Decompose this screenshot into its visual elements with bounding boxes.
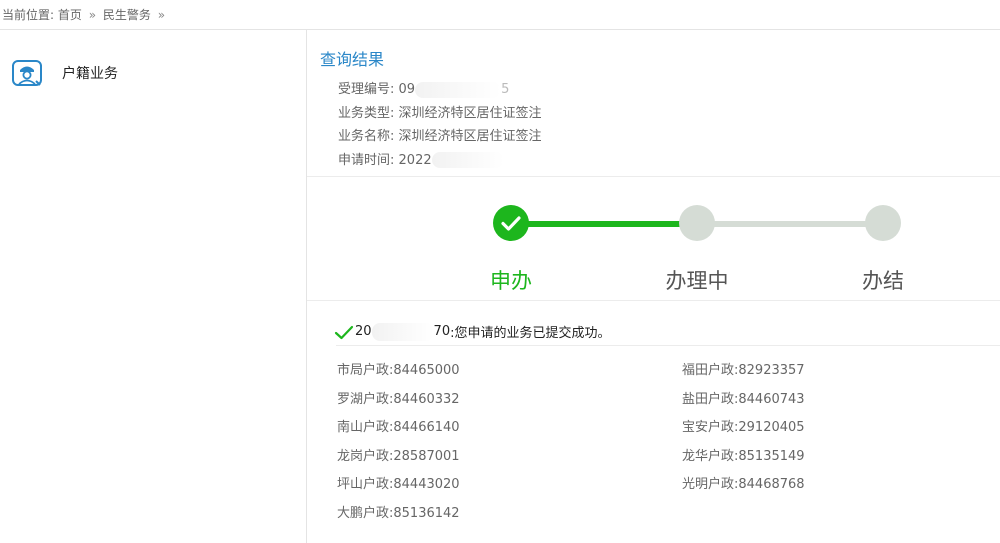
contact-phone: 28587001: [393, 448, 460, 464]
contacts-left: 市局户政:84465000 罗湖户政:84460332 南山户政:8446614…: [337, 361, 460, 533]
breadcrumb-prefix: 当前位置:: [2, 8, 55, 22]
step-label-processing: 办理中: [665, 269, 729, 293]
info-row-business-type: 业务类型: 深圳经济特区居住证签注: [338, 102, 542, 126]
info-row-application-time: 申请时间: 2022: [338, 149, 542, 173]
progress-track-complete: [511, 221, 697, 227]
contact-item: 光明户政:84468768: [682, 475, 805, 504]
sidebar-item-label: 户籍业务: [62, 66, 118, 82]
section-divider: [336, 345, 1000, 346]
field-value-prefix: 2022: [398, 152, 432, 168]
contact-item: 罗湖户政:84460332: [337, 390, 460, 419]
contact-phone: 85135149: [738, 448, 805, 464]
contact-phone: 82923357: [738, 363, 805, 378]
progress-track-remaining: [697, 221, 883, 227]
step-dot-completed: [865, 205, 901, 241]
breadcrumb: 当前位置: 首页 » 民生警务 »: [2, 6, 168, 24]
contact-item: 大鹏户政:85136142: [337, 504, 460, 533]
contact-label: 龙华户政:: [682, 448, 739, 464]
field-value: 深圳经济特区居住证签注: [398, 105, 542, 121]
breadcrumb-separator: »: [88, 8, 97, 22]
contact-item: 南山户政:84466140: [337, 418, 460, 447]
contact-label: 市局户政:: [337, 363, 394, 378]
step-dot-applied: [493, 205, 529, 241]
field-label: 业务名称:: [338, 129, 395, 144]
contact-label: 宝安户政:: [682, 420, 739, 436]
contact-label: 南山户政:: [337, 420, 394, 436]
info-row-application-number: 受理编号: 09 5: [338, 78, 542, 102]
notice-id-prefix: 20: [355, 324, 372, 339]
contact-item: 市局户政:84465000: [337, 361, 460, 390]
field-value: 深圳经济特区居住证签注: [398, 129, 542, 144]
step-label-completed: 办结: [862, 269, 904, 293]
check-icon: [493, 216, 529, 245]
contacts-right: 福田户政:82923357 盐田户政:84460743 宝安户政:2912040…: [682, 361, 805, 504]
contact-label: 大鹏户政:: [337, 505, 394, 521]
check-icon: [334, 324, 354, 340]
contact-label: 龙岗户政:: [337, 448, 394, 464]
step-dot-processing: [679, 205, 715, 241]
notice-message: :您申请的业务已提交成功。: [450, 326, 611, 341]
field-value-suffix: 5: [501, 82, 510, 97]
field-label: 业务类型:: [338, 105, 395, 121]
redacted-mask: [431, 152, 504, 168]
police-officer-icon: [10, 58, 44, 88]
sidebar: 户籍业务: [0, 30, 306, 543]
contact-phone: 84468768: [738, 477, 805, 493]
contact-item: 宝安户政:29120405: [682, 418, 805, 447]
contact-label: 福田户政:: [682, 363, 739, 378]
breadcrumb-home-link[interactable]: 首页: [58, 8, 82, 22]
contact-phone: 85136142: [393, 505, 460, 521]
success-notice: 20 70:您申请的业务已提交成功。: [334, 322, 610, 341]
contact-phone: 84466140: [393, 420, 460, 436]
field-label: 申请时间:: [338, 152, 395, 168]
contact-item: 福田户政:82923357: [682, 361, 805, 390]
info-row-business-name: 业务名称: 深圳经济特区居住证签注: [338, 125, 542, 149]
field-value-prefix: 09: [398, 82, 416, 97]
result-info: 受理编号: 09 5 业务类型: 深圳经济特区居住证签注 业务名称: 深圳经济特区…: [338, 78, 542, 172]
page-title: 查询结果: [320, 50, 385, 69]
redacted-mask: [371, 322, 434, 341]
contact-phone: 84460743: [738, 391, 805, 407]
contact-phone: 84443020: [393, 477, 460, 493]
contact-phone: 29120405: [738, 420, 805, 436]
progress-steps: 申办 办理中 办结: [307, 177, 1000, 300]
contact-item: 盐田户政:84460743: [682, 390, 805, 419]
contact-item: 龙岗户政:28587001: [337, 447, 460, 476]
redacted-mask: [415, 81, 502, 98]
notice-id-suffix: 70: [433, 324, 451, 339]
contact-item: 龙华户政:85135149: [682, 447, 805, 476]
contact-phone: 84465000: [393, 363, 460, 378]
section-divider: [307, 300, 1000, 301]
breadcrumb-separator: »: [157, 8, 166, 22]
contact-label: 盐田户政:: [682, 391, 739, 407]
contact-label: 光明户政:: [682, 477, 739, 493]
breadcrumb-section-link[interactable]: 民生警务: [103, 8, 151, 22]
contact-item: 坪山户政:84443020: [337, 475, 460, 504]
contact-phone: 84460332: [393, 391, 460, 407]
field-label: 受理编号:: [338, 82, 395, 97]
contact-label: 罗湖户政:: [337, 391, 394, 407]
contact-label: 坪山户政:: [337, 477, 394, 493]
sidebar-item-household-registration[interactable]: 户籍业务: [10, 58, 118, 88]
step-label-applied: 申办: [490, 269, 532, 293]
